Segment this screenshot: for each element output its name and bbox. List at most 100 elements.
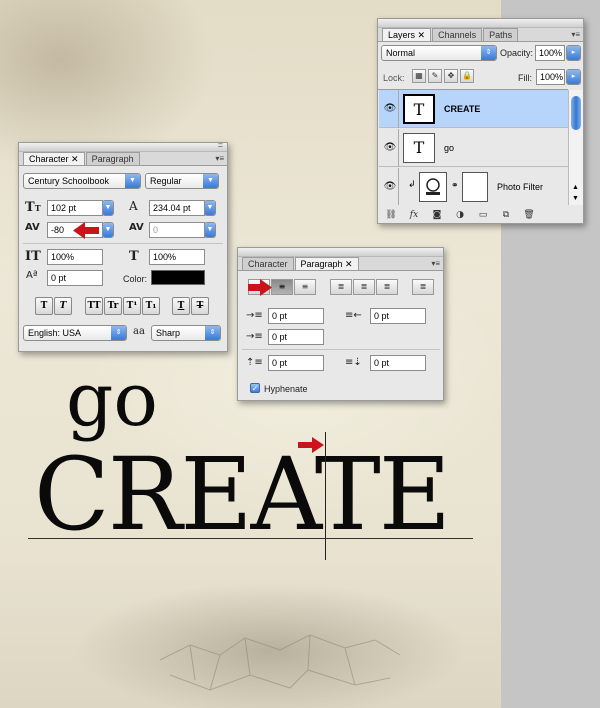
space-before-field[interactable]: 0 pt — [268, 355, 324, 371]
font-size-field[interactable]: 102 pt — [47, 200, 103, 216]
panel-titlebar[interactable]: = — [19, 140, 227, 152]
font-size-dropdown[interactable]: ▼ — [102, 200, 114, 216]
panel-menu-icon[interactable]: ▾≡ — [431, 259, 440, 268]
layers-scrollbar[interactable]: ▲ ▼ — [568, 90, 583, 205]
panel-titlebar[interactable] — [378, 19, 583, 28]
space-after-field[interactable]: 0 pt — [370, 355, 426, 371]
panel-menu-icon[interactable]: ▾≡ — [571, 30, 580, 39]
strikethrough-button[interactable]: T — [191, 297, 209, 315]
layers-panel: Layers ✕ Channels Paths ▾≡ Normal ⇕ Opaci… — [377, 18, 584, 224]
align-center-button[interactable]: ≡ — [271, 279, 293, 295]
photo-filter-icon — [426, 178, 440, 195]
indent-first-line-field[interactable]: 0 pt — [268, 329, 324, 345]
tab-paths[interactable]: Paths — [483, 28, 519, 41]
tab-character[interactable]: Character — [242, 257, 294, 270]
tab-channels[interactable]: Channels — [432, 28, 483, 41]
select-arrow-icon: ▼ — [203, 174, 218, 188]
blend-mode-value: Normal — [386, 48, 416, 58]
new-layer-icon[interactable]: ⧉ — [497, 209, 515, 221]
scroll-up-icon[interactable]: ▲ — [572, 184, 579, 191]
hyphenate-label[interactable]: Hyphenate — [264, 384, 308, 394]
kerning-dropdown[interactable]: ▼ — [102, 222, 114, 238]
paragraph-panel: Character Paragraph ✕ ▾≡ ≡ ≡ ≡ ≣ ≣ ≣ ≣ →… — [237, 247, 444, 401]
tab-paragraph[interactable]: Paragraph ✕ — [294, 257, 359, 270]
trash-icon[interactable]: 🗑 — [520, 209, 538, 221]
text-go[interactable]: go — [66, 360, 158, 440]
lock-transparency-icon[interactable]: ▦ — [412, 69, 426, 83]
fill-field[interactable]: 100% — [536, 69, 565, 85]
baseline-shift-field[interactable]: 0 pt — [47, 270, 103, 286]
kerning-pointer-arrow-icon — [73, 222, 99, 239]
tab-paragraph[interactable]: Paragraph — [85, 152, 140, 165]
subscript-button[interactable]: T₁ — [142, 297, 160, 315]
faux-bold-button[interactable]: T — [35, 297, 53, 315]
layer-row-go[interactable]: 👁 T go — [379, 129, 568, 167]
opacity-field[interactable]: 100% — [535, 45, 565, 61]
close-icon[interactable]: = — [218, 140, 223, 150]
align-right-button[interactable]: ≡ — [294, 279, 316, 295]
indent-left-field[interactable]: 0 pt — [268, 308, 324, 324]
lock-position-icon[interactable]: ✥ — [444, 69, 458, 83]
link-icon[interactable]: ⛓ — [382, 209, 400, 221]
layers-list: 👁 T CREATE 👁 T go 👁 ↲ ⚭ Photo Filter — [378, 89, 568, 205]
lock-all-icon[interactable]: 🔒 — [460, 69, 474, 83]
blend-mode-select[interactable]: Normal ⇕ — [381, 45, 497, 61]
adjustment-icon[interactable]: ◑ — [451, 209, 469, 221]
visibility-eye-icon[interactable]: 👁 — [383, 180, 397, 194]
justify-all-button[interactable]: ≣ — [412, 279, 434, 295]
mask-link-icon[interactable]: ⚭ — [451, 181, 459, 191]
slider-arrow-icon: ▸ — [567, 70, 580, 84]
tab-character[interactable]: Character ✕ — [23, 152, 85, 165]
opacity-slider-button[interactable]: ▸ — [566, 45, 581, 61]
antialias-icon: aa — [133, 326, 145, 337]
all-caps-button[interactable]: TT — [85, 297, 103, 315]
tracking-dropdown[interactable]: ▼ — [204, 222, 216, 238]
antialias-select[interactable]: Sharp ⇕ — [151, 325, 221, 341]
layers-footer: ⛓ fx ◙ ◑ ▭ ⧉ 🗑 — [382, 209, 538, 221]
color-swatch[interactable] — [151, 270, 205, 285]
layer-name[interactable]: Photo Filter — [497, 182, 543, 192]
justify-last-right-button[interactable]: ≣ — [376, 279, 398, 295]
font-family-select[interactable]: Century Schoolbook ▼ — [23, 173, 141, 189]
visibility-eye-icon[interactable]: 👁 — [383, 102, 397, 116]
visibility-eye-icon[interactable]: 👁 — [383, 141, 397, 155]
fx-icon[interactable]: fx — [405, 209, 423, 221]
tab-label: Layers — [388, 30, 416, 40]
panel-menu-icon[interactable]: ▾≡ — [215, 154, 224, 163]
small-caps-button[interactable]: Tr — [104, 297, 122, 315]
text-create[interactable]: CREATE — [34, 440, 451, 550]
select-arrow-icon: ▼ — [205, 223, 215, 237]
indent-right-field[interactable]: 0 pt — [370, 308, 426, 324]
tracking-field[interactable]: 0 — [149, 222, 205, 238]
vertical-scale-field[interactable]: 100% — [47, 249, 103, 265]
tab-label: Paragraph — [300, 259, 343, 269]
select-arrow-icon: ⇕ — [481, 46, 496, 60]
language-select[interactable]: English: USA ⇕ — [23, 325, 127, 341]
layer-name[interactable]: CREATE — [444, 104, 480, 114]
scroll-down-icon[interactable]: ▼ — [572, 195, 579, 202]
color-label: Color: — [123, 274, 148, 284]
font-style-select[interactable]: Regular ▼ — [145, 173, 219, 189]
lock-pixels-icon[interactable]: ✎ — [428, 69, 442, 83]
slider-arrow-icon: ▸ — [567, 46, 580, 60]
hyphenate-checkbox[interactable]: ✓ — [250, 383, 260, 393]
scrollbar-thumb[interactable] — [571, 96, 581, 130]
horizontal-scale-field[interactable]: 100% — [149, 249, 205, 265]
justify-last-left-button[interactable]: ≣ — [330, 279, 352, 295]
layer-row-photo-filter[interactable]: 👁 ↲ ⚭ Photo Filter — [379, 168, 568, 205]
mask-icon[interactable]: ◙ — [428, 209, 446, 221]
panel-titlebar[interactable] — [238, 248, 443, 257]
fill-slider-button[interactable]: ▸ — [566, 69, 581, 85]
layer-row-create[interactable]: 👁 T CREATE — [379, 90, 568, 128]
cracked-earth-texture — [159, 634, 401, 691]
justify-last-center-button[interactable]: ≣ — [353, 279, 375, 295]
underline-button[interactable]: T — [172, 297, 190, 315]
layer-mask-thumbnail[interactable] — [462, 172, 488, 202]
tab-layers[interactable]: Layers ✕ — [382, 28, 432, 41]
faux-italic-button[interactable]: T — [54, 297, 72, 315]
group-folder-icon[interactable]: ▭ — [474, 209, 492, 221]
superscript-button[interactable]: T¹ — [123, 297, 141, 315]
layer-name[interactable]: go — [444, 143, 454, 153]
leading-field[interactable]: 234.04 pt — [149, 200, 205, 216]
leading-dropdown[interactable]: ▼ — [204, 200, 216, 216]
